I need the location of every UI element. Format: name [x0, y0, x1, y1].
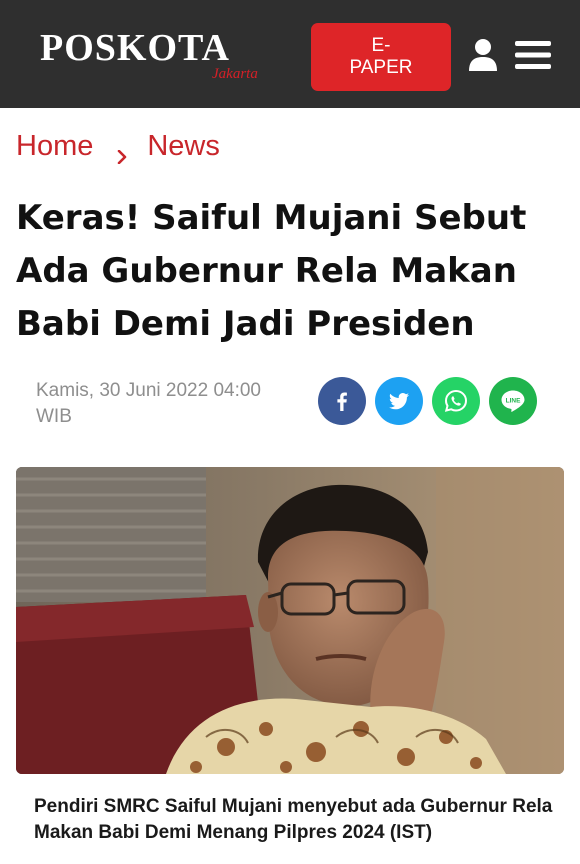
line-share-button[interactable]: LINE: [489, 377, 537, 425]
epaper-label-line2: PAPER: [349, 57, 413, 78]
user-icon[interactable]: [468, 38, 498, 72]
whatsapp-share-button[interactable]: [432, 377, 480, 425]
breadcrumb: Home News: [16, 128, 220, 165]
article-photo: [16, 467, 564, 774]
hamburger-menu-icon[interactable]: [515, 40, 551, 70]
breadcrumb-news-link[interactable]: News: [147, 130, 220, 163]
line-icon: LINE: [501, 390, 525, 412]
twitter-share-button[interactable]: [375, 377, 423, 425]
article-title: Keras! Saiful Mujani Sebut Ada Gubernur …: [16, 198, 527, 344]
breadcrumb-home-link[interactable]: Home: [16, 130, 93, 163]
epaper-label-line1: E-: [371, 35, 391, 56]
chevron-right-icon: [115, 139, 129, 165]
whatsapp-icon: [444, 389, 468, 412]
photo-caption: Pendiri SMRC Saiful Mujani menyebut ada …: [34, 796, 553, 843]
twitter-icon: [389, 393, 409, 410]
facebook-icon: [337, 392, 347, 411]
article-date: Kamis, 30 Juni 2022 04:00 WIB: [36, 380, 261, 427]
logo-wordmark: POSKOTA: [40, 27, 230, 69]
line-icon-label: LINE: [506, 398, 521, 405]
facebook-share-button[interactable]: [318, 377, 366, 425]
site-header: POSKOTA Jakarta E- PAPER: [0, 0, 580, 108]
logo-subtext: Jakarta: [212, 66, 258, 82]
epaper-button[interactable]: E- PAPER: [311, 23, 451, 91]
site-logo[interactable]: POSKOTA Jakarta: [40, 26, 290, 86]
